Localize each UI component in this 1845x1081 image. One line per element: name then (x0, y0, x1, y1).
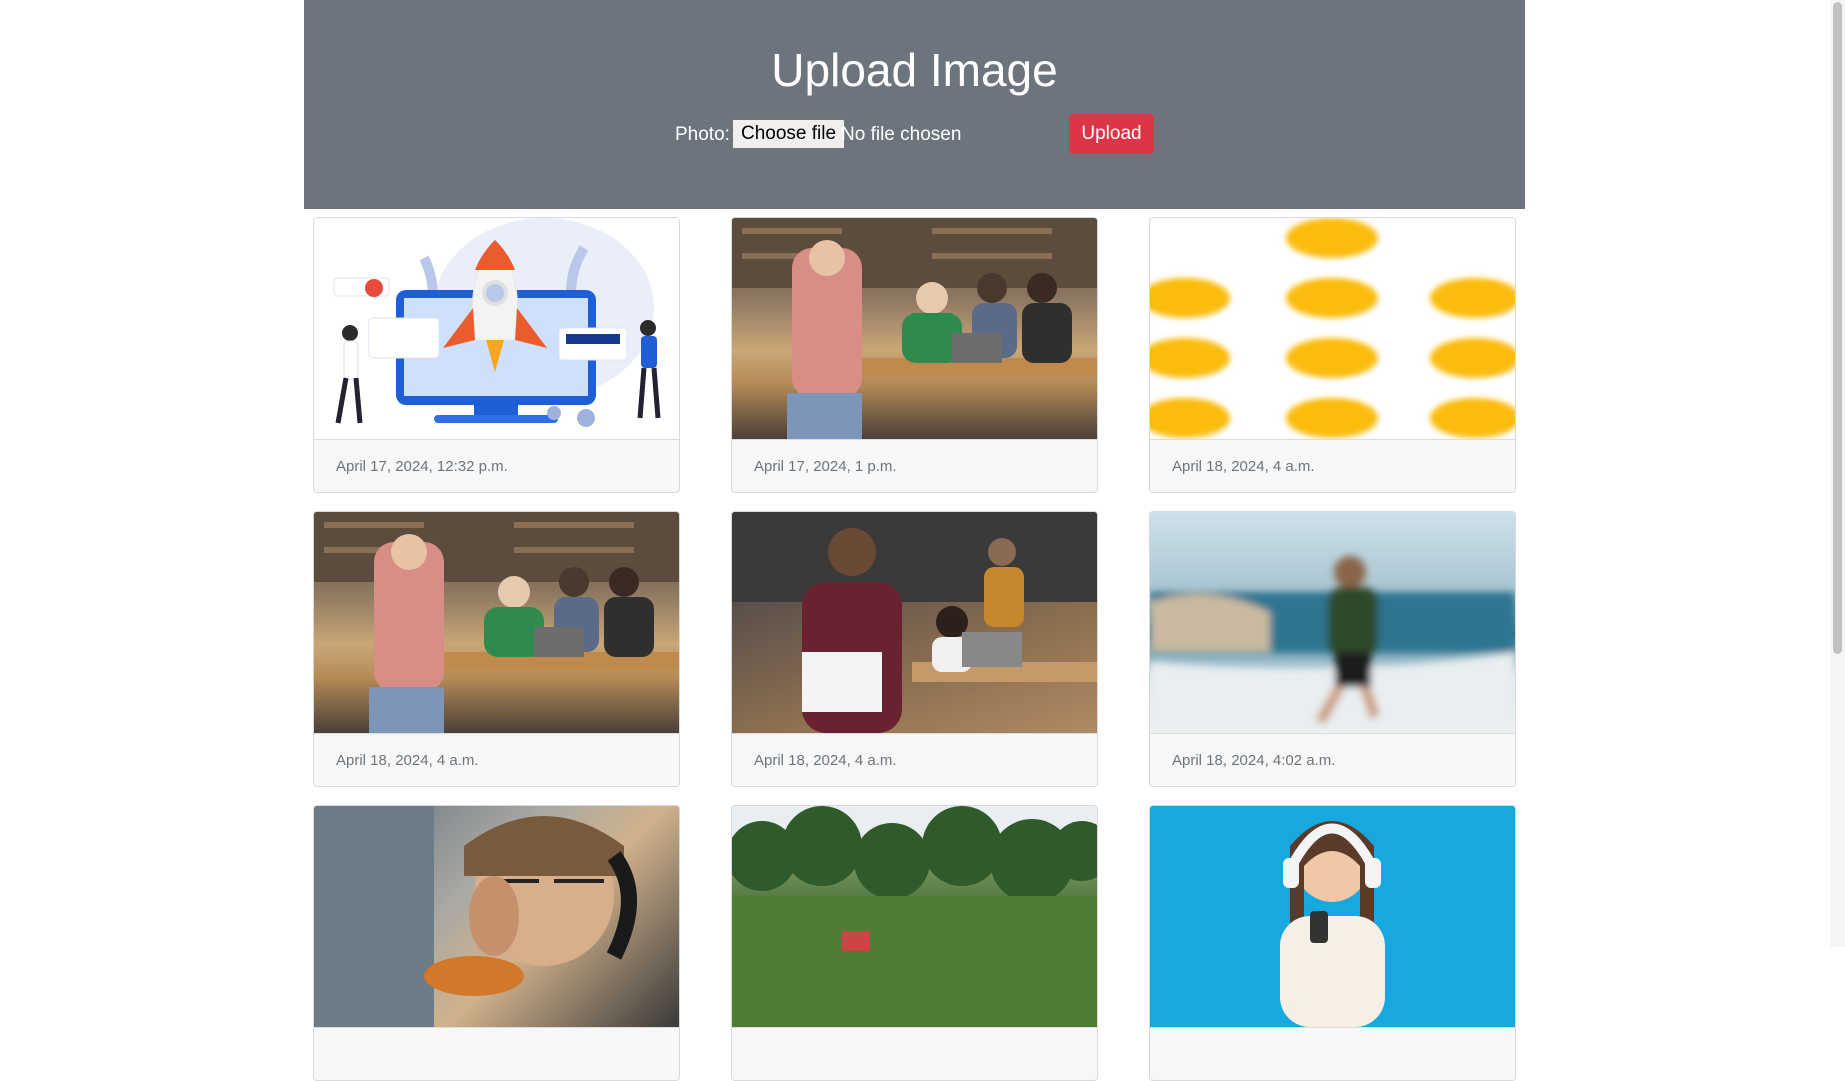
park-landscape-image (732, 806, 1097, 1027)
image-card[interactable]: April 18, 2024, 4 a.m. (731, 511, 1098, 787)
page-title: Upload Image (771, 44, 1058, 96)
upload-header: Upload Image Photo: Choose file No file … (304, 0, 1525, 209)
image-card[interactable]: April 18, 2024, 4 a.m. (313, 511, 680, 787)
file-status-text: No file chosen (841, 124, 962, 145)
image-card[interactable] (731, 805, 1098, 1081)
students-at-table-image (732, 218, 1097, 439)
image-card[interactable]: April 17, 2024, 1 p.m. (731, 217, 1098, 493)
card-date: April 18, 2024, 4 a.m. (732, 733, 1097, 786)
office-meeting-image (732, 512, 1097, 733)
page-container: Upload Image Photo: Choose file No file … (304, 0, 1525, 1081)
page-scrollbar[interactable] (1830, 0, 1845, 947)
woman-with-headphones-image (1150, 806, 1515, 1027)
image-card[interactable] (1149, 805, 1516, 1081)
scrollbar-thumb[interactable] (1833, 2, 1842, 654)
image-card[interactable]: April 17, 2024, 12:32 p.m. (313, 217, 680, 493)
hiker-on-cliff-image (1150, 512, 1515, 733)
card-date: April 17, 2024, 1 p.m. (732, 439, 1097, 492)
card-date: April 18, 2024, 4 a.m. (314, 733, 679, 786)
image-card[interactable]: April 18, 2024, 4 a.m. (1149, 217, 1516, 493)
upload-form: Photo: Choose file No file chosen Upload (304, 114, 1525, 154)
card-date (314, 1027, 679, 1080)
card-date: April 17, 2024, 12:32 p.m. (314, 439, 679, 492)
choose-file-button[interactable]: Choose file (732, 119, 846, 149)
man-with-headphones-image (314, 806, 679, 1027)
students-at-table-image (314, 512, 679, 733)
image-card[interactable]: April 18, 2024, 4:02 a.m. (1149, 511, 1516, 787)
card-date: April 18, 2024, 4 a.m. (1150, 439, 1515, 492)
card-date (732, 1027, 1097, 1080)
image-card[interactable] (313, 805, 680, 1081)
card-date: April 18, 2024, 4:02 a.m. (1150, 733, 1515, 786)
photo-label: Photo: (675, 124, 730, 145)
card-date (1150, 1027, 1515, 1080)
upload-button[interactable]: Upload (1069, 114, 1154, 154)
yellow-dots-pattern-image (1150, 218, 1515, 439)
rocket-illustration-image (314, 218, 679, 439)
